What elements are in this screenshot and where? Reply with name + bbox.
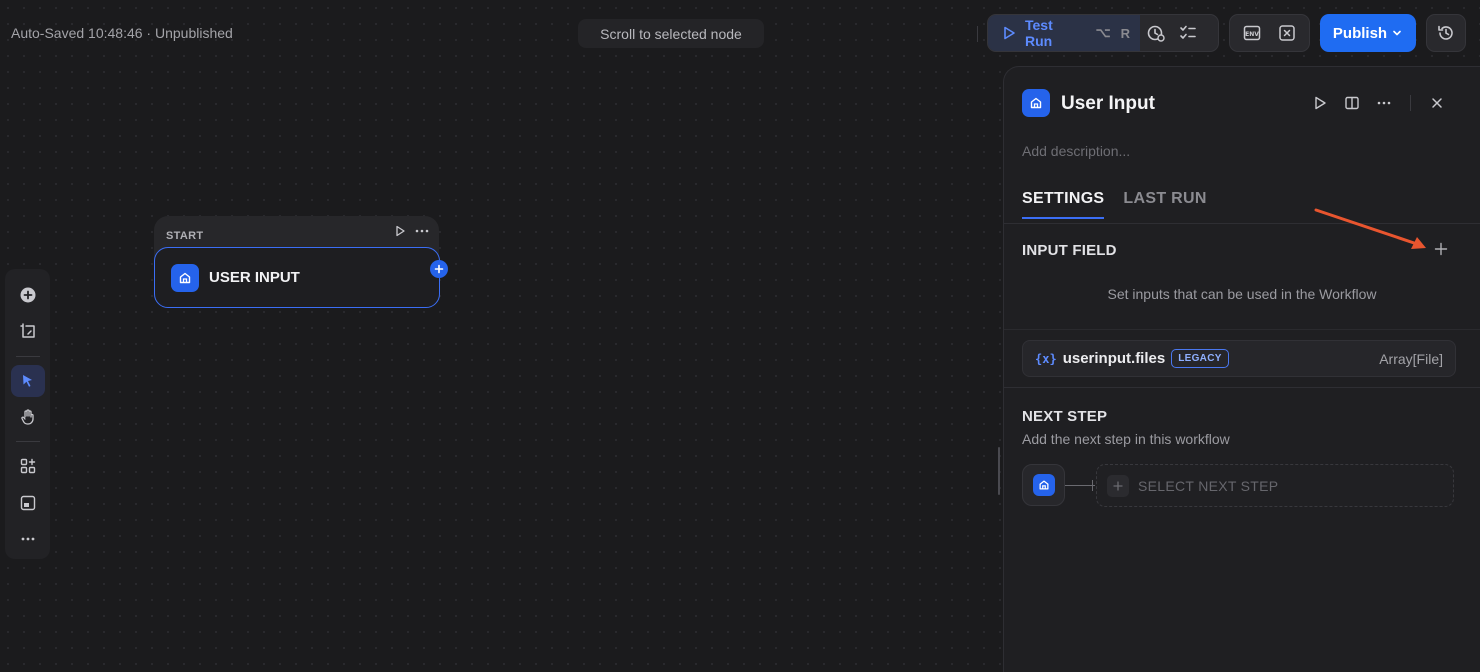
hand-icon[interactable] <box>11 401 45 433</box>
test-run-label: Test Run <box>1025 17 1053 49</box>
input-field-title: INPUT FIELD <box>1022 242 1117 259</box>
add-node-icon[interactable] <box>11 279 45 311</box>
more-options-icon[interactable] <box>11 523 45 555</box>
add-next-node-icon[interactable] <box>430 260 448 278</box>
variable-icon: {x} <box>1035 351 1057 366</box>
description-input[interactable]: Add description... <box>1022 143 1130 159</box>
variables-toolbar: ENV <box>1229 14 1310 52</box>
next-step-description: Add the next step in this workflow <box>1022 431 1230 447</box>
home-icon <box>171 263 199 292</box>
add-input-field-icon[interactable] <box>1431 239 1451 259</box>
input-field-hint: Set inputs that can be used in the Workf… <box>1107 286 1377 302</box>
pointer-icon[interactable] <box>10 364 45 397</box>
panel-actions <box>1304 91 1453 115</box>
connector-end <box>1092 480 1093 491</box>
home-icon <box>1032 474 1055 496</box>
organize-blocks-icon[interactable] <box>11 450 45 482</box>
toolbar-divider <box>977 26 978 42</box>
add-note-icon[interactable] <box>11 315 45 347</box>
run-toolbar: Test Run ⌥ R <box>987 14 1219 52</box>
autosave-status: Auto-Saved 10:48:46 · Unpublished <box>11 25 233 41</box>
section-divider <box>1004 387 1480 388</box>
connector-line <box>1065 485 1095 486</box>
close-icon[interactable] <box>1421 91 1453 115</box>
history-icon <box>1436 23 1456 43</box>
next-step-title: NEXT STEP <box>1022 408 1108 425</box>
node-header-start: START <box>166 230 204 242</box>
checklist-clock-icon[interactable] <box>1140 17 1172 49</box>
shortcut-key-r: R <box>1120 25 1130 41</box>
panel-actions-divider <box>1410 95 1411 111</box>
scroll-to-selected-node-button[interactable]: Scroll to selected node <box>578 19 764 48</box>
variable-type: Array[File] <box>1379 350 1443 367</box>
plus-icon <box>1107 474 1129 497</box>
panel-title[interactable]: User Input <box>1061 93 1155 115</box>
hint-divider <box>1004 329 1480 330</box>
split-view-icon[interactable] <box>1336 91 1368 115</box>
node-config-panel: User Input Add description... SETTINGS L… <box>1003 66 1480 672</box>
select-next-step-label: SELECT NEXT STEP <box>1138 477 1279 494</box>
play-icon <box>1001 25 1017 41</box>
panel-resize-handle[interactable] <box>998 447 1000 495</box>
current-node-thumb <box>1022 464 1065 506</box>
tab-last-run[interactable]: LAST RUN <box>1123 190 1206 219</box>
legacy-badge: LEGACY <box>1171 349 1229 368</box>
run-node-icon[interactable] <box>394 225 406 237</box>
publish-button[interactable]: Publish <box>1320 14 1416 52</box>
shortcut-key-option: ⌥ <box>1095 25 1111 40</box>
node-title: USER INPUT <box>209 269 300 286</box>
canvas-toolbar <box>5 269 50 559</box>
env-icon[interactable]: ENV <box>1236 17 1268 49</box>
tab-settings[interactable]: SETTINGS <box>1022 190 1105 219</box>
publish-label: Publish <box>1332 24 1388 42</box>
node-more-icon[interactable] <box>414 225 430 237</box>
panel-more-icon[interactable] <box>1368 91 1400 115</box>
test-run-button[interactable]: Test Run ⌥ R <box>988 15 1140 51</box>
variable-row[interactable]: {x} userinput.files LEGACY Array[File] <box>1022 340 1456 377</box>
user-input-node[interactable]: USER INPUT <box>154 247 440 308</box>
node-actions <box>386 222 438 240</box>
variable-name: userinput.files <box>1062 350 1166 367</box>
toolbar-separator <box>15 355 40 357</box>
svg-text:ENV: ENV <box>1245 31 1259 38</box>
minimap-icon[interactable] <box>11 486 45 518</box>
conversation-var-icon[interactable] <box>1271 17 1303 49</box>
select-next-step-button[interactable]: SELECT NEXT STEP <box>1096 464 1454 507</box>
home-icon <box>1022 89 1050 117</box>
chevron-down-icon <box>1391 27 1403 39</box>
checklist-icon[interactable] <box>1172 17 1204 49</box>
history-button[interactable] <box>1426 14 1466 52</box>
panel-tabs: SETTINGS LAST RUN <box>1022 190 1207 219</box>
run-step-icon[interactable] <box>1304 91 1336 115</box>
toolbar-separator <box>15 441 40 443</box>
annotation-arrow-icon <box>1314 208 1426 249</box>
